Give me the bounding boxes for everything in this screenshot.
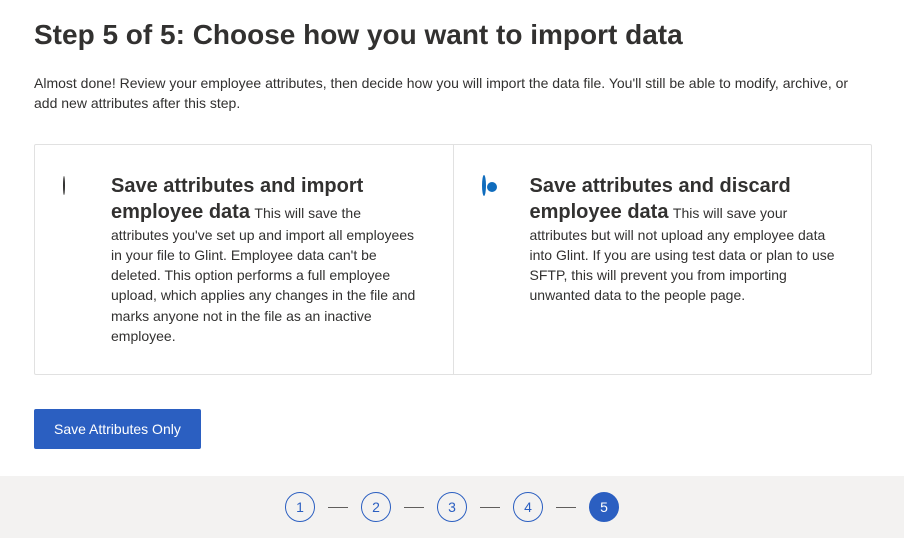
option-description: This will save the attributes you've set… <box>111 205 415 344</box>
save-attributes-only-button[interactable]: Save Attributes Only <box>34 409 201 449</box>
page-title: Step 5 of 5: Choose how you want to impo… <box>34 19 872 51</box>
option-save-and-discard[interactable]: Save attributes and discard employee dat… <box>453 145 872 375</box>
step-3[interactable]: 3 <box>437 492 467 522</box>
step-connector <box>328 507 348 508</box>
step-1[interactable]: 1 <box>285 492 315 522</box>
step-connector <box>480 507 500 508</box>
step-4[interactable]: 4 <box>513 492 543 522</box>
option-save-and-import[interactable]: Save attributes and import employee data… <box>35 145 453 375</box>
step-5[interactable]: 5 <box>589 492 619 522</box>
step-indicator: 1 2 3 4 5 <box>0 476 904 538</box>
import-options: Save attributes and import employee data… <box>34 144 872 376</box>
radio-icon <box>63 177 83 197</box>
step-connector <box>404 507 424 508</box>
radio-icon <box>482 177 502 197</box>
step-2[interactable]: 2 <box>361 492 391 522</box>
step-connector <box>556 507 576 508</box>
intro-text: Almost done! Review your employee attrib… <box>34 73 872 114</box>
